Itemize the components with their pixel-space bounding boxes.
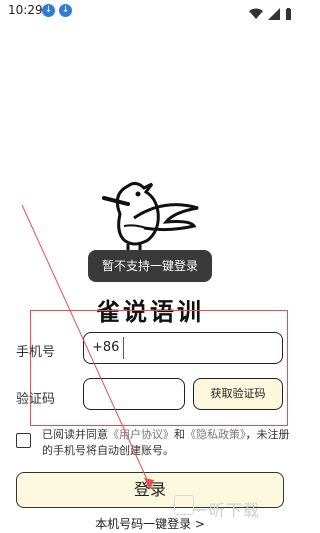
status-time: 10:29 bbox=[8, 3, 43, 17]
code-input[interactable] bbox=[90, 383, 182, 407]
watermark-logo bbox=[174, 495, 194, 515]
agreement-checkbox[interactable] bbox=[16, 433, 31, 448]
country-code[interactable]: +86 bbox=[92, 340, 119, 355]
privacy-policy-link[interactable]: 《隐私政策》 bbox=[185, 428, 246, 441]
wifi-icon bbox=[248, 8, 263, 19]
phone-label: 手机号 bbox=[16, 345, 56, 360]
code-label: 验证码 bbox=[16, 392, 56, 407]
agreement-and: 和 bbox=[174, 428, 185, 441]
user-agreement-link[interactable]: 《用户协议》 bbox=[108, 428, 174, 441]
download-icon: ↓ bbox=[42, 4, 55, 17]
phone-input[interactable] bbox=[128, 337, 280, 361]
download-icon: ↓ bbox=[59, 4, 72, 17]
agreement-prefix: 已阅读并同意 bbox=[42, 428, 108, 441]
status-bar: 10:29 ↓ ↓ bbox=[0, 0, 300, 22]
agreement-text: 已阅读并同意《用户协议》和《隐私政策》，未注册的手机号将自动创建账号。 bbox=[42, 427, 292, 459]
watermark-text: 一昕下载 bbox=[192, 501, 261, 520]
divider bbox=[123, 337, 124, 359]
status-icons bbox=[248, 3, 292, 22]
get-code-button[interactable]: 获取验证码 bbox=[193, 378, 283, 410]
phone-field[interactable]: +86 bbox=[83, 332, 283, 364]
code-field[interactable] bbox=[83, 378, 185, 410]
signal-icon bbox=[267, 7, 280, 20]
toast-message: 暂不支持一键登录 bbox=[88, 250, 212, 282]
battery-icon bbox=[286, 7, 291, 20]
